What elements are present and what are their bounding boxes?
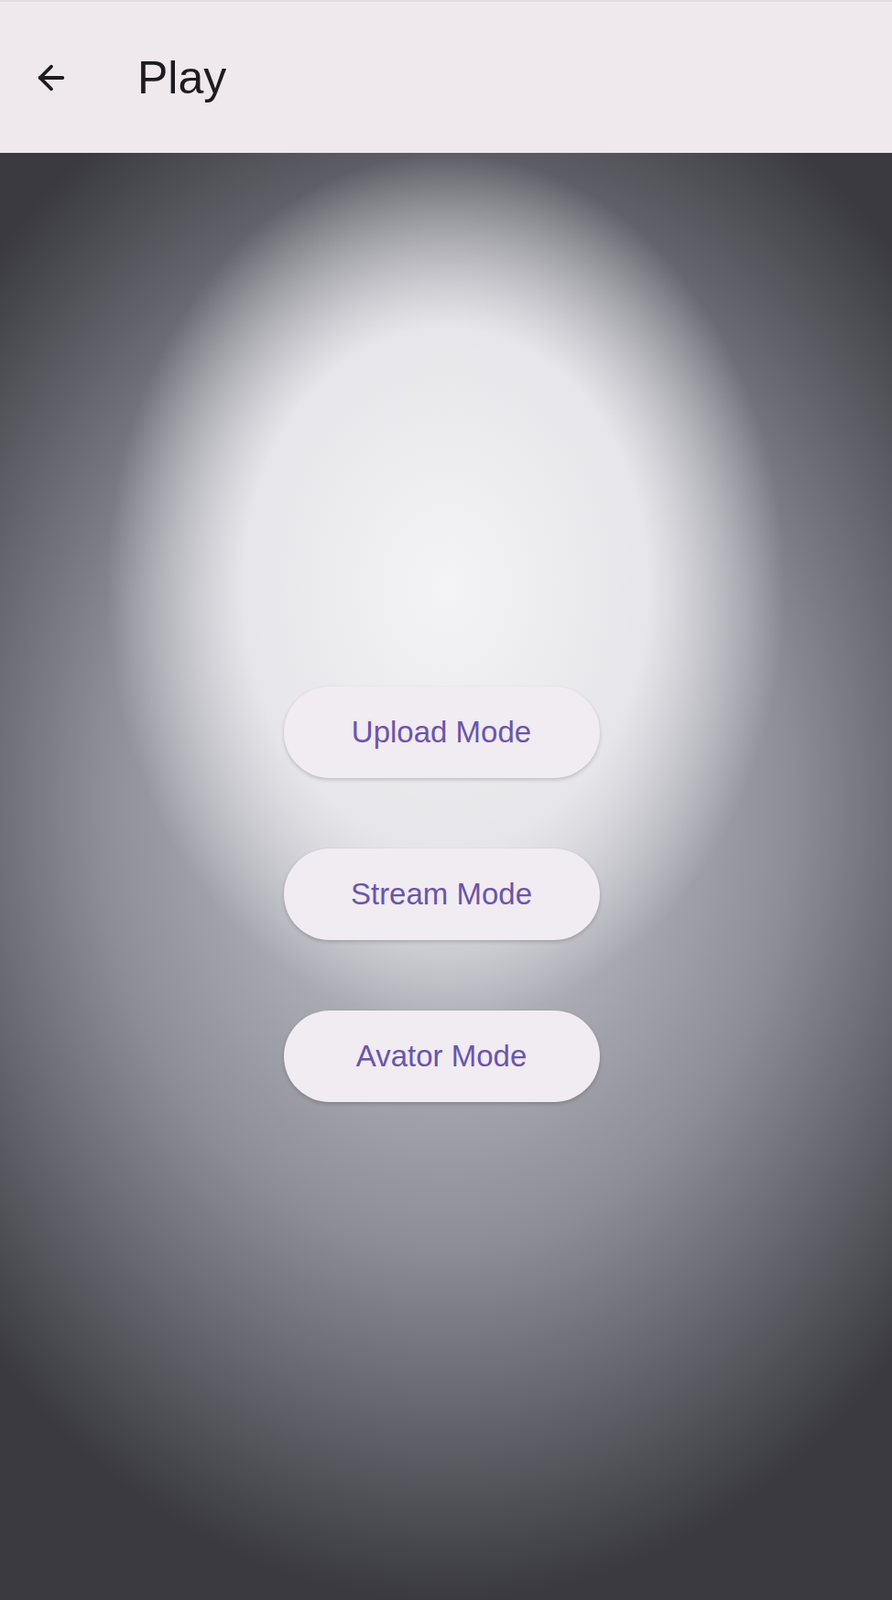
back-button[interactable] [27,54,76,102]
back-arrow-icon [32,58,71,98]
mode-button[interactable]: Avator Mode [283,1011,600,1103]
app-bar-title: Play [137,50,227,106]
mode-button[interactable]: Stream Mode [283,848,600,941]
app-bar: Play [0,0,892,153]
mode-button[interactable]: Upload Mode [283,686,600,779]
play-screen: Play Upload Mode Stream Mode Avator Mode [0,0,892,1600]
illustration-picture: Upload Mode Stream Mode Avator Mode [0,152,892,1600]
